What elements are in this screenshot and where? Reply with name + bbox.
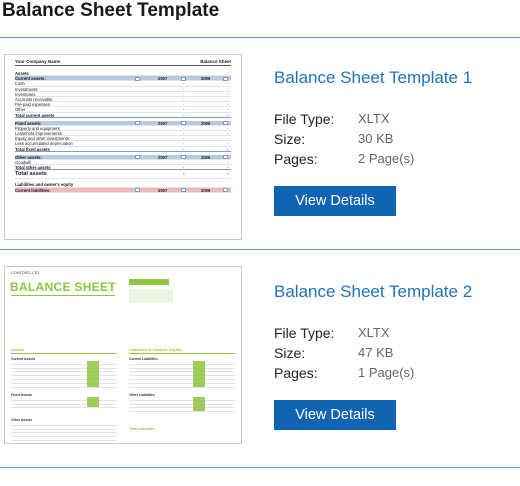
value-placeholder: - [183, 171, 185, 178]
thumb-assets-rule [11, 353, 117, 354]
dropdown-icon [223, 155, 228, 160]
thumb-total-liabilities: Total Liabilities [129, 427, 155, 431]
heading-divider [0, 37, 520, 38]
thumbnail-header: Your Company Name Balance Sheet [15, 59, 231, 66]
pages-value: 2 Page(s) [358, 151, 415, 166]
thumb-other-liabilities: Other Liabilities [129, 393, 235, 413]
thumb-fixed-assets-values [87, 397, 99, 407]
thumb-other-assets: Other Assets [11, 418, 117, 441]
thumb-fixed-assets: Fixed Assets [11, 393, 117, 409]
dropdown-icon [223, 188, 228, 193]
pages-value: 1 Page(s) [358, 365, 415, 380]
template-title-link-1[interactable]: Balance Sheet Template 1 [274, 68, 472, 88]
dropdown-icon [135, 188, 140, 193]
dropdown-icon [223, 76, 228, 81]
balance-sheet-row: Total assets - - [15, 170, 231, 180]
item-divider-1 [0, 249, 520, 250]
item-divider-2 [0, 467, 520, 468]
dropdown-icon [181, 121, 186, 126]
file-type-value: XLTX [358, 325, 390, 340]
balance-sheet-row: Current liabilities: 2007 2006 [15, 187, 231, 193]
thumb-other-liabilities-values [193, 397, 205, 411]
dropdown-icon [135, 155, 140, 160]
file-type-value: XLTX [358, 111, 390, 126]
view-details-button-2[interactable]: View Details [274, 400, 396, 430]
dropdown-icon [135, 121, 140, 126]
file-type-label: File Type: [274, 111, 335, 127]
balance-sheet-table: Assets Current assets: 2007 2006 Cash - - Inves… [15, 71, 231, 193]
thumb-current-assets-values [87, 361, 99, 387]
year-col-1: 2007 [158, 187, 168, 193]
page-title: Balance Sheet Template [2, 0, 220, 21]
dropdown-icon [223, 121, 228, 126]
pages-label: Pages: [274, 365, 318, 381]
thumb-assets-header: Assets [11, 347, 25, 352]
thumb-current-liabilities-values [193, 361, 205, 387]
template-thumbnail-1[interactable]: Your Company Name Balance Sheet Assets Cu… [4, 54, 242, 240]
thumb-current-assets: Current Assets [11, 357, 117, 388]
year-col-2: 2006 [201, 187, 211, 193]
value-placeholder: - [227, 171, 229, 178]
thumb-current-liabilities: Current Liabilities [129, 357, 235, 388]
thumb-heading: BALANCE SHEET [10, 280, 116, 294]
dropdown-icon [181, 188, 186, 193]
file-type-label: File Type: [274, 325, 335, 341]
thumb-summary-block [129, 289, 173, 303]
size-label: Size: [274, 131, 306, 147]
view-details-button-1[interactable]: View Details [274, 186, 396, 216]
row-label: Current liabilities: [15, 187, 51, 193]
thumb-heading-underline [11, 295, 115, 296]
thumb-green-block [129, 279, 169, 285]
sheet-name: Balance Sheet [200, 59, 231, 64]
dropdown-icon [181, 155, 186, 160]
template-thumbnail-2[interactable]: CONTOSO, LTD BALANCE SHEET Assets Liabil… [4, 266, 242, 444]
thumb-liabilities-header: Liabilities & Owners' Equity [129, 347, 182, 352]
dropdown-icon [135, 76, 140, 81]
dropdown-icon [181, 76, 186, 81]
size-value: 30 KB [358, 131, 394, 146]
pages-label: Pages: [274, 151, 318, 167]
size-label: Size: [274, 345, 306, 361]
thumb-liabilities-rule [129, 353, 235, 354]
row-label: Total assets [15, 171, 47, 178]
template-title-link-2[interactable]: Balance Sheet Template 2 [274, 282, 472, 302]
thumb-company: CONTOSO, LTD [11, 271, 40, 275]
company-name: Your Company Name [15, 59, 61, 64]
size-value: 47 KB [358, 345, 394, 360]
